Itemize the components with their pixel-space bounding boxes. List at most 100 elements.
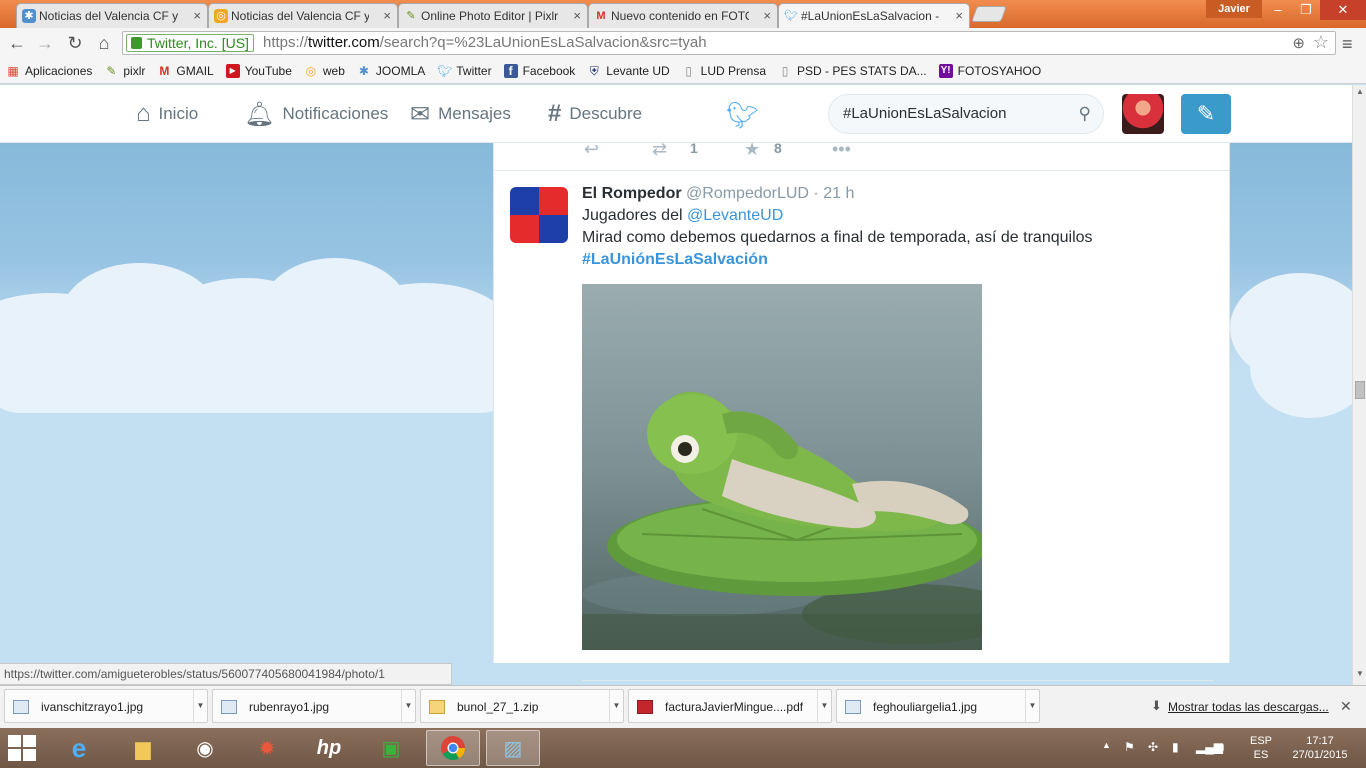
web-icon: ◎ <box>305 63 317 78</box>
browser-tab-5[interactable]: 🐦︎ #LaUnionEsLaSalvacion - T × <box>778 3 970 28</box>
new-tab-button[interactable] <box>971 6 1007 22</box>
chevron-down-icon[interactable]: ▼ <box>609 690 623 722</box>
page-scrollbar[interactable]: ▲ ▼ <box>1352 85 1366 685</box>
profile-avatar[interactable] <box>1122 94 1164 134</box>
previous-tweet-actions: ↩ ⇄ 1 ★ 8 ••• <box>494 139 1229 171</box>
bookmark-joomla[interactable]: ✱ JOOMLA <box>357 64 425 78</box>
search-input[interactable] <box>843 105 1073 122</box>
close-icon[interactable]: ✕ <box>1340 698 1352 715</box>
flag-icon[interactable]: ⚑ <box>1124 740 1135 754</box>
file-explorer-icon[interactable]: ▆ <box>116 730 170 766</box>
download-item[interactable]: bunol_27_1.zip ▼ <box>420 689 624 723</box>
bookmark-facebook[interactable]: f Facebook <box>503 63 575 78</box>
favorite-star-icon[interactable]: ★ <box>744 139 760 160</box>
profile-name[interactable]: Javier <box>1206 0 1262 18</box>
scroll-down-arrow-icon[interactable]: ▼ <box>1356 669 1364 678</box>
bookmark-star-icon[interactable]: ☆ <box>1313 32 1329 53</box>
bookmark-fotosyahoo[interactable]: Y! FOTOSYAHOO <box>938 63 1041 78</box>
search-icon[interactable]: ⚲ <box>1079 104 1091 124</box>
back-arrow-icon[interactable]: ← <box>6 32 28 54</box>
system-clock[interactable]: 17:17 27/01/2015 <box>1284 734 1356 762</box>
window-close-icon[interactable]: ✕ <box>1320 0 1366 20</box>
browser-tab-3[interactable]: ✎ Online Photo Editor | Pixlr × <box>398 3 588 28</box>
close-icon[interactable]: × <box>955 8 963 23</box>
nav-home[interactable]: ⌂ Inicio <box>136 85 198 143</box>
hashtag-link[interactable]: #LaUniónEsLaSalvación <box>582 251 768 268</box>
download-item[interactable]: ivanschitzrayo1.jpg ▼ <box>4 689 208 723</box>
forward-arrow-icon[interactable]: → <box>34 32 56 54</box>
internet-explorer-icon[interactable]: e <box>52 730 106 766</box>
bookmark-psd[interactable]: ▯ PSD - PES STATS DA... <box>778 64 927 78</box>
close-icon[interactable]: × <box>193 8 201 23</box>
page-icon: ▯ <box>685 63 692 78</box>
bookmark-lud-prensa[interactable]: ▯ LUD Prensa <box>682 64 766 78</box>
bookmark-pixlr[interactable]: ✎ pixlr <box>104 64 145 78</box>
nav-messages[interactable]: ✉ Mensajes <box>410 85 511 143</box>
download-item[interactable]: rubenrayo1.jpg ▼ <box>212 689 416 723</box>
restore-icon[interactable]: ❐ <box>1292 0 1320 20</box>
language-indicator[interactable]: ESP ES <box>1246 734 1276 762</box>
sync-icon[interactable]: ✣ <box>1148 740 1158 754</box>
chevron-down-icon[interactable]: ▼ <box>817 690 831 722</box>
page-icon: ▯ <box>781 63 789 78</box>
zoom-icon[interactable]: ⊕ <box>1292 34 1305 52</box>
browser-tab-1[interactable]: ✱ Noticias del Valencia CF y × <box>16 3 208 28</box>
tweet-text: Jugadores del @LevanteUD Mirad como debe… <box>582 207 1093 268</box>
photos-app-icon[interactable]: ▨ <box>486 730 540 766</box>
bookmark-youtube[interactable]: ▶ YouTube <box>225 63 292 78</box>
tweet-timestamp[interactable]: 21 h <box>823 185 854 202</box>
hp-icon[interactable]: hp <box>302 730 356 766</box>
nav-discover[interactable]: # Descubre <box>548 85 642 143</box>
tweet-avatar[interactable] <box>510 187 568 243</box>
windows-taskbar: e ▆ ◉ ✹ hp ▣ ▨ ▲ ⚑ ✣ ▮ ▂▄▆ 🔈︎ ESP ES 17:… <box>0 728 1366 768</box>
ev-certificate-badge[interactable]: Twitter, Inc. [US] <box>126 34 254 52</box>
nav-notifications[interactable]: 🔔︎ Notificaciones <box>244 85 388 143</box>
search-box[interactable]: ⚲ <box>828 94 1104 134</box>
windows-start-icon[interactable] <box>8 735 36 761</box>
volume-icon[interactable]: 🔈︎ <box>1220 740 1227 755</box>
reply-icon[interactable]: ↩ <box>584 139 599 160</box>
pencil-icon: ✎ <box>106 63 117 78</box>
close-icon[interactable]: × <box>383 8 391 23</box>
bookmark-twitter[interactable]: 🐦︎ Twitter <box>437 64 491 78</box>
tray-arrow-icon[interactable]: ▲ <box>1102 740 1111 750</box>
bookmark-web[interactable]: ◎ web <box>304 64 345 78</box>
download-item[interactable]: feghouliargelia1.jpg ▼ <box>836 689 1040 723</box>
chrome-menu-icon[interactable]: ≡ <box>1342 34 1353 55</box>
webcam-app-icon[interactable]: ◉ <box>178 730 232 766</box>
browser-tab-2[interactable]: ◎ Noticias del Valencia CF y × <box>208 3 398 28</box>
minimize-icon[interactable]: – <box>1264 0 1292 20</box>
retweet-icon[interactable]: ⇄ <box>652 139 667 160</box>
bookmark-gmail[interactable]: M GMAIL <box>157 64 213 78</box>
close-icon[interactable]: × <box>573 8 581 23</box>
address-bar[interactable]: Twitter, Inc. [US] https://twitter.com/s… <box>122 31 1336 55</box>
chevron-down-icon[interactable]: ▼ <box>1025 690 1039 722</box>
compose-tweet-button[interactable]: ✎ <box>1181 94 1231 134</box>
mention-link[interactable]: @LevanteUD <box>687 207 783 224</box>
tweet-photo-frog[interactable] <box>582 284 982 650</box>
url-text[interactable]: https://twitter.com/search?q=%23LaUnionE… <box>263 34 707 52</box>
tweet-fullname[interactable]: El Rompedor <box>582 185 682 202</box>
chrome-icon[interactable] <box>426 730 480 766</box>
browser-tab-4[interactable]: M Nuevo contenido en FOTO × <box>588 3 778 28</box>
bookmarks-bar: ▦ Aplicaciones ✎ pixlr M GMAIL ▶ YouTube ◎ we… <box>0 58 1366 84</box>
chevron-down-icon[interactable]: ▼ <box>193 690 207 722</box>
chevron-down-icon[interactable]: ▼ <box>401 690 415 722</box>
paint-app-icon[interactable]: ✹ <box>240 730 294 766</box>
scroll-thumb[interactable] <box>1355 381 1365 399</box>
bookmark-apps[interactable]: ▦ Aplicaciones <box>6 64 92 78</box>
show-all-downloads-link[interactable]: Mostrar todas las descargas... <box>1168 700 1329 714</box>
more-dots-icon[interactable]: ••• <box>832 139 851 160</box>
close-icon[interactable]: × <box>763 8 771 23</box>
scroll-up-arrow-icon[interactable]: ▲ <box>1356 87 1364 96</box>
reload-icon[interactable]: ↻ <box>64 32 86 54</box>
home-icon[interactable]: ⌂ <box>93 32 115 54</box>
browser-toolbar: ← → ↻ ⌂ Twitter, Inc. [US] https://twitt… <box>0 28 1366 58</box>
bookmark-levante[interactable]: ⛨ Levante UD <box>587 64 670 78</box>
network-signal-icon[interactable]: ▂▄▆ <box>1196 740 1223 754</box>
battery-icon[interactable]: ▮ <box>1172 740 1179 754</box>
windows-store-icon[interactable]: ▣ <box>364 730 418 766</box>
twitter-bird-icon[interactable]: 🐦︎ <box>726 100 759 131</box>
download-item[interactable]: facturaJavierMingue....pdf ▼ <box>628 689 832 723</box>
tweet-username[interactable]: @RompedorLUD <box>686 185 809 202</box>
